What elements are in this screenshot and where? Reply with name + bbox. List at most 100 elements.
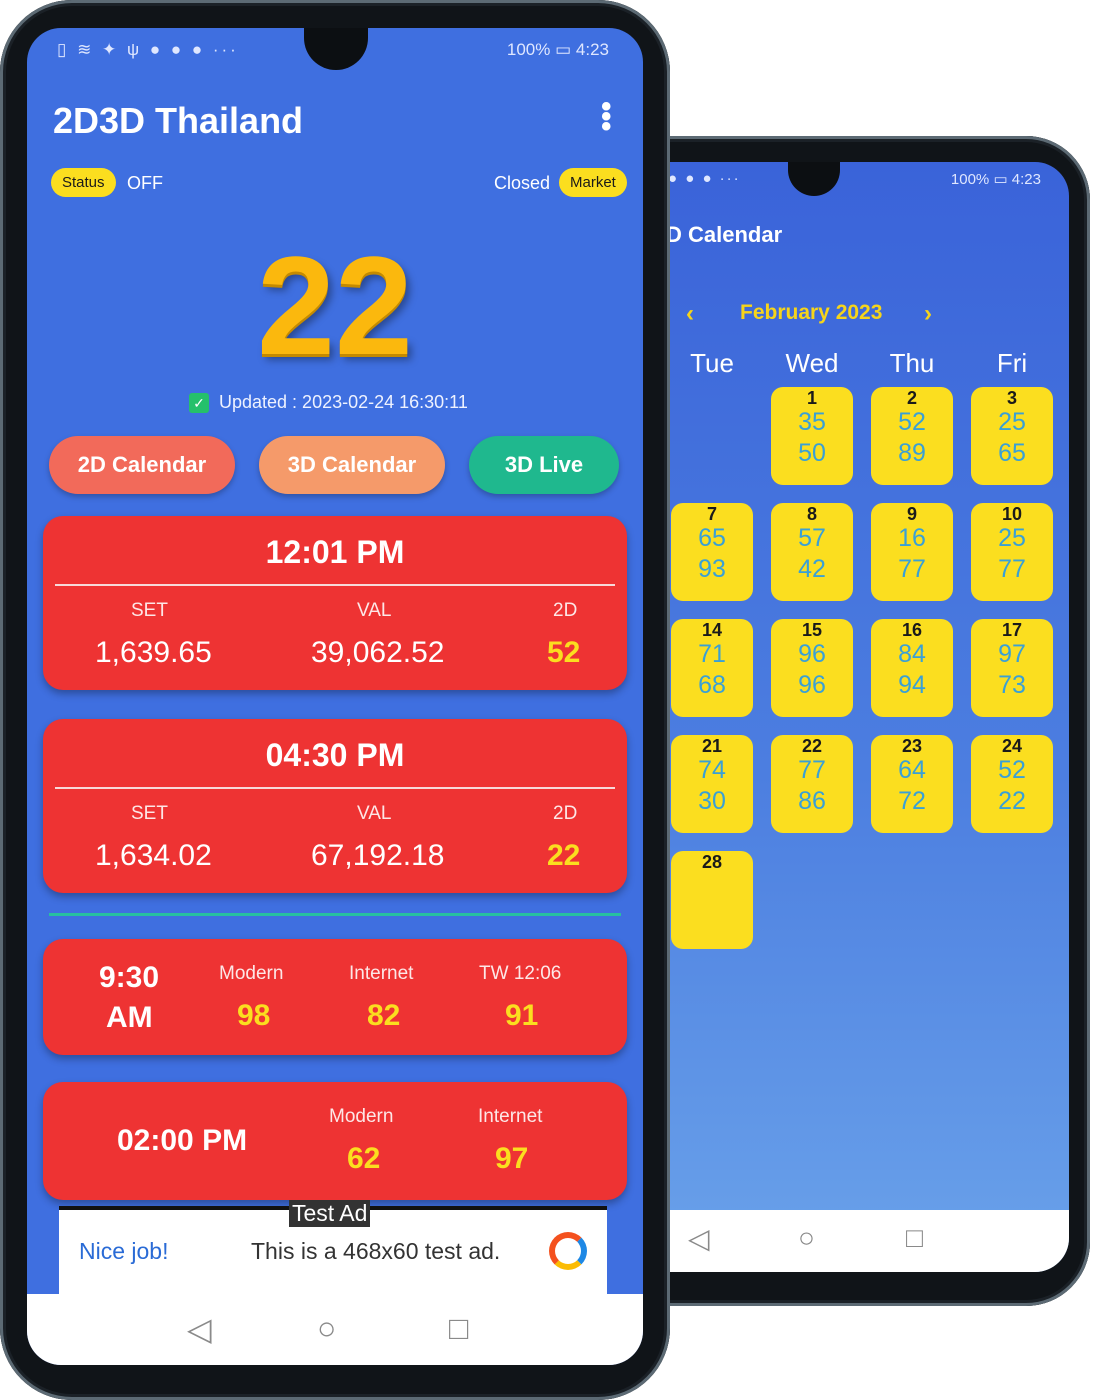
- internet-value: 82: [367, 999, 401, 1032]
- internet-value: 97: [495, 1142, 529, 1175]
- 2d-calendar-button[interactable]: 2D Calendar: [49, 436, 235, 494]
- morning-time-ampm: AM: [106, 1001, 153, 1034]
- status-value: OFF: [127, 173, 163, 193]
- back-nav-icon[interactable]: ◁: [187, 1310, 212, 1348]
- recent-apps-icon[interactable]: □: [449, 1310, 468, 1347]
- battery-icon: ▭: [555, 40, 572, 59]
- ad-banner[interactable]: Test Ad Nice job! This is a 468x60 test …: [59, 1200, 607, 1300]
- month-navigation: ‹ February 2023 ›: [666, 298, 1016, 328]
- set-value: 1,634.02: [95, 839, 212, 872]
- status-icons: ▯ ≋ ✦ ψ ● ● ● ···: [57, 40, 239, 59]
- session-time: 12:01 PM: [265, 534, 405, 570]
- 2d-value: 52: [547, 636, 581, 669]
- calendar-day[interactable]: 3 25 65: [971, 387, 1053, 485]
- val-label: VAL: [357, 600, 392, 621]
- morning-card: 9:30 AM Modern Internet TW 12:06 98 82 9…: [43, 939, 627, 1055]
- calendar-day[interactable]: 9 16 77: [871, 503, 953, 601]
- calendar-day[interactable]: 2 52 89: [871, 387, 953, 485]
- month-label: February 2023: [740, 301, 883, 324]
- home-nav-icon[interactable]: ○: [798, 1222, 815, 1254]
- calendar-day[interactable]: 15 96 96: [771, 619, 853, 717]
- camera-notch: [304, 28, 368, 70]
- calendar-screen: ● ● ● ··· 100% ▭ 4:23 D Calendar ‹ Febru…: [666, 162, 1069, 1272]
- weekday-wed: Wed: [785, 348, 839, 378]
- 3d-live-button[interactable]: 3D Live: [469, 436, 619, 494]
- tw-label: TW 12:06: [479, 963, 562, 984]
- test-ad-badge: Test Ad: [289, 1200, 371, 1227]
- back-nav-icon[interactable]: ◁: [688, 1222, 710, 1255]
- clock: 4:23: [575, 40, 609, 59]
- calendar-day[interactable]: 1 35 50: [771, 387, 853, 485]
- updated-row: ✓ Updated : 2023-02-24 16:30:11: [189, 392, 468, 414]
- status-bar: ▯ ≋ ✦ ψ ● ● ● ··· 100% ▭ 4:23: [27, 28, 643, 72]
- section-divider: [49, 913, 621, 916]
- prev-month-icon[interactable]: ‹: [686, 300, 694, 328]
- weekday-tue: Tue: [690, 348, 734, 378]
- ad-logo-icon: [549, 1232, 587, 1270]
- val-value: 39,062.52: [311, 636, 445, 669]
- internet-label: Internet: [478, 1106, 543, 1127]
- 3d-calendar-button[interactable]: 3D Calendar: [259, 436, 445, 494]
- battery-percent: 100%: [506, 40, 551, 59]
- set-value: 1,639.65: [95, 636, 212, 669]
- status-bar: ● ● ● ··· 100% ▭ 4:23: [666, 162, 1069, 196]
- session-time: 04:30 PM: [265, 737, 405, 773]
- home-nav-icon[interactable]: ○: [317, 1310, 336, 1347]
- calendar-day[interactable]: 28: [671, 851, 753, 949]
- battery-percent: 100%: [950, 171, 990, 188]
- next-month-icon[interactable]: ›: [924, 300, 932, 328]
- camera-notch: [788, 162, 840, 196]
- app-title: 2D3D Thailand: [53, 100, 304, 141]
- status-icons: ● ● ● ···: [668, 170, 741, 187]
- session-card-evening: 04:30 PM SET VAL 2D 1,634.02 67,192.18 2…: [43, 719, 627, 893]
- weekday-thu: Thu: [889, 348, 935, 378]
- page-title: D Calendar: [666, 222, 783, 247]
- calendar-day[interactable]: 24 52 22: [971, 735, 1053, 833]
- status-badge: Status: [51, 168, 116, 197]
- divider: [55, 787, 615, 789]
- afternoon-time: 02:00 PM: [117, 1124, 248, 1157]
- val-label: VAL: [357, 803, 392, 824]
- modern-label: Modern: [329, 1106, 394, 1127]
- more-options-icon[interactable]: • • •: [601, 92, 612, 142]
- modern-value: 98: [237, 999, 271, 1032]
- market-badge: Market: [559, 168, 627, 197]
- market-value: Closed: [494, 173, 551, 193]
- divider: [55, 584, 615, 586]
- check-icon: ✓: [189, 393, 209, 414]
- recent-apps-icon[interactable]: □: [906, 1222, 923, 1254]
- modern-label: Modern: [219, 963, 284, 984]
- calendar-day[interactable]: 8 57 42: [771, 503, 853, 601]
- morning-time-hour: 9:30: [99, 961, 160, 994]
- set-label: SET: [131, 600, 168, 621]
- home-screen: ▯ ≋ ✦ ψ ● ● ● ··· 100% ▭ 4:23 2D3D Thail…: [27, 28, 643, 1365]
- updated-text: Updated : 2023-02-24 16:30:11: [219, 392, 468, 412]
- calendar-day[interactable]: 16 84 94: [871, 619, 953, 717]
- battery-icon: ▭: [993, 171, 1008, 188]
- 2d-label: 2D: [553, 600, 578, 621]
- val-value: 67,192.18: [311, 839, 445, 872]
- calendar-day[interactable]: 23 64 72: [871, 735, 953, 833]
- calendar-day[interactable]: 17 97 73: [971, 619, 1053, 717]
- navigation-bar: ◁ ○ □: [27, 1294, 643, 1365]
- session-card-noon: 12:01 PM SET VAL 2D 1,639.65 39,062.52 5…: [43, 516, 627, 690]
- calendar-day[interactable]: 22 77 86: [771, 735, 853, 833]
- clock: 4:23: [1011, 171, 1041, 188]
- afternoon-card: 02:00 PM Modern Internet 62 97: [43, 1082, 627, 1200]
- ad-headline[interactable]: Nice job!: [79, 1238, 168, 1265]
- status-right: 100% ▭ 4:23: [951, 170, 1041, 188]
- current-2d-number: 22: [257, 227, 413, 384]
- calendar-day[interactable]: 21 74 30: [671, 735, 753, 833]
- calendar-day[interactable]: 10 25 77: [971, 503, 1053, 601]
- internet-label: Internet: [349, 963, 414, 984]
- tw-value: 91: [505, 999, 539, 1032]
- calendar-day[interactable]: 7 65 93: [671, 503, 753, 601]
- navigation-bar: ◁ ○ □: [666, 1210, 1069, 1272]
- set-label: SET: [131, 803, 168, 824]
- ad-body: This is a 468x60 test ad.: [251, 1238, 501, 1264]
- calendar-day[interactable]: 14 71 68: [671, 619, 753, 717]
- 2d-value: 22: [547, 839, 581, 872]
- weekday-fri: Fri: [996, 348, 1028, 378]
- status-right: 100% ▭ 4:23: [507, 40, 609, 60]
- 2d-label: 2D: [553, 803, 578, 824]
